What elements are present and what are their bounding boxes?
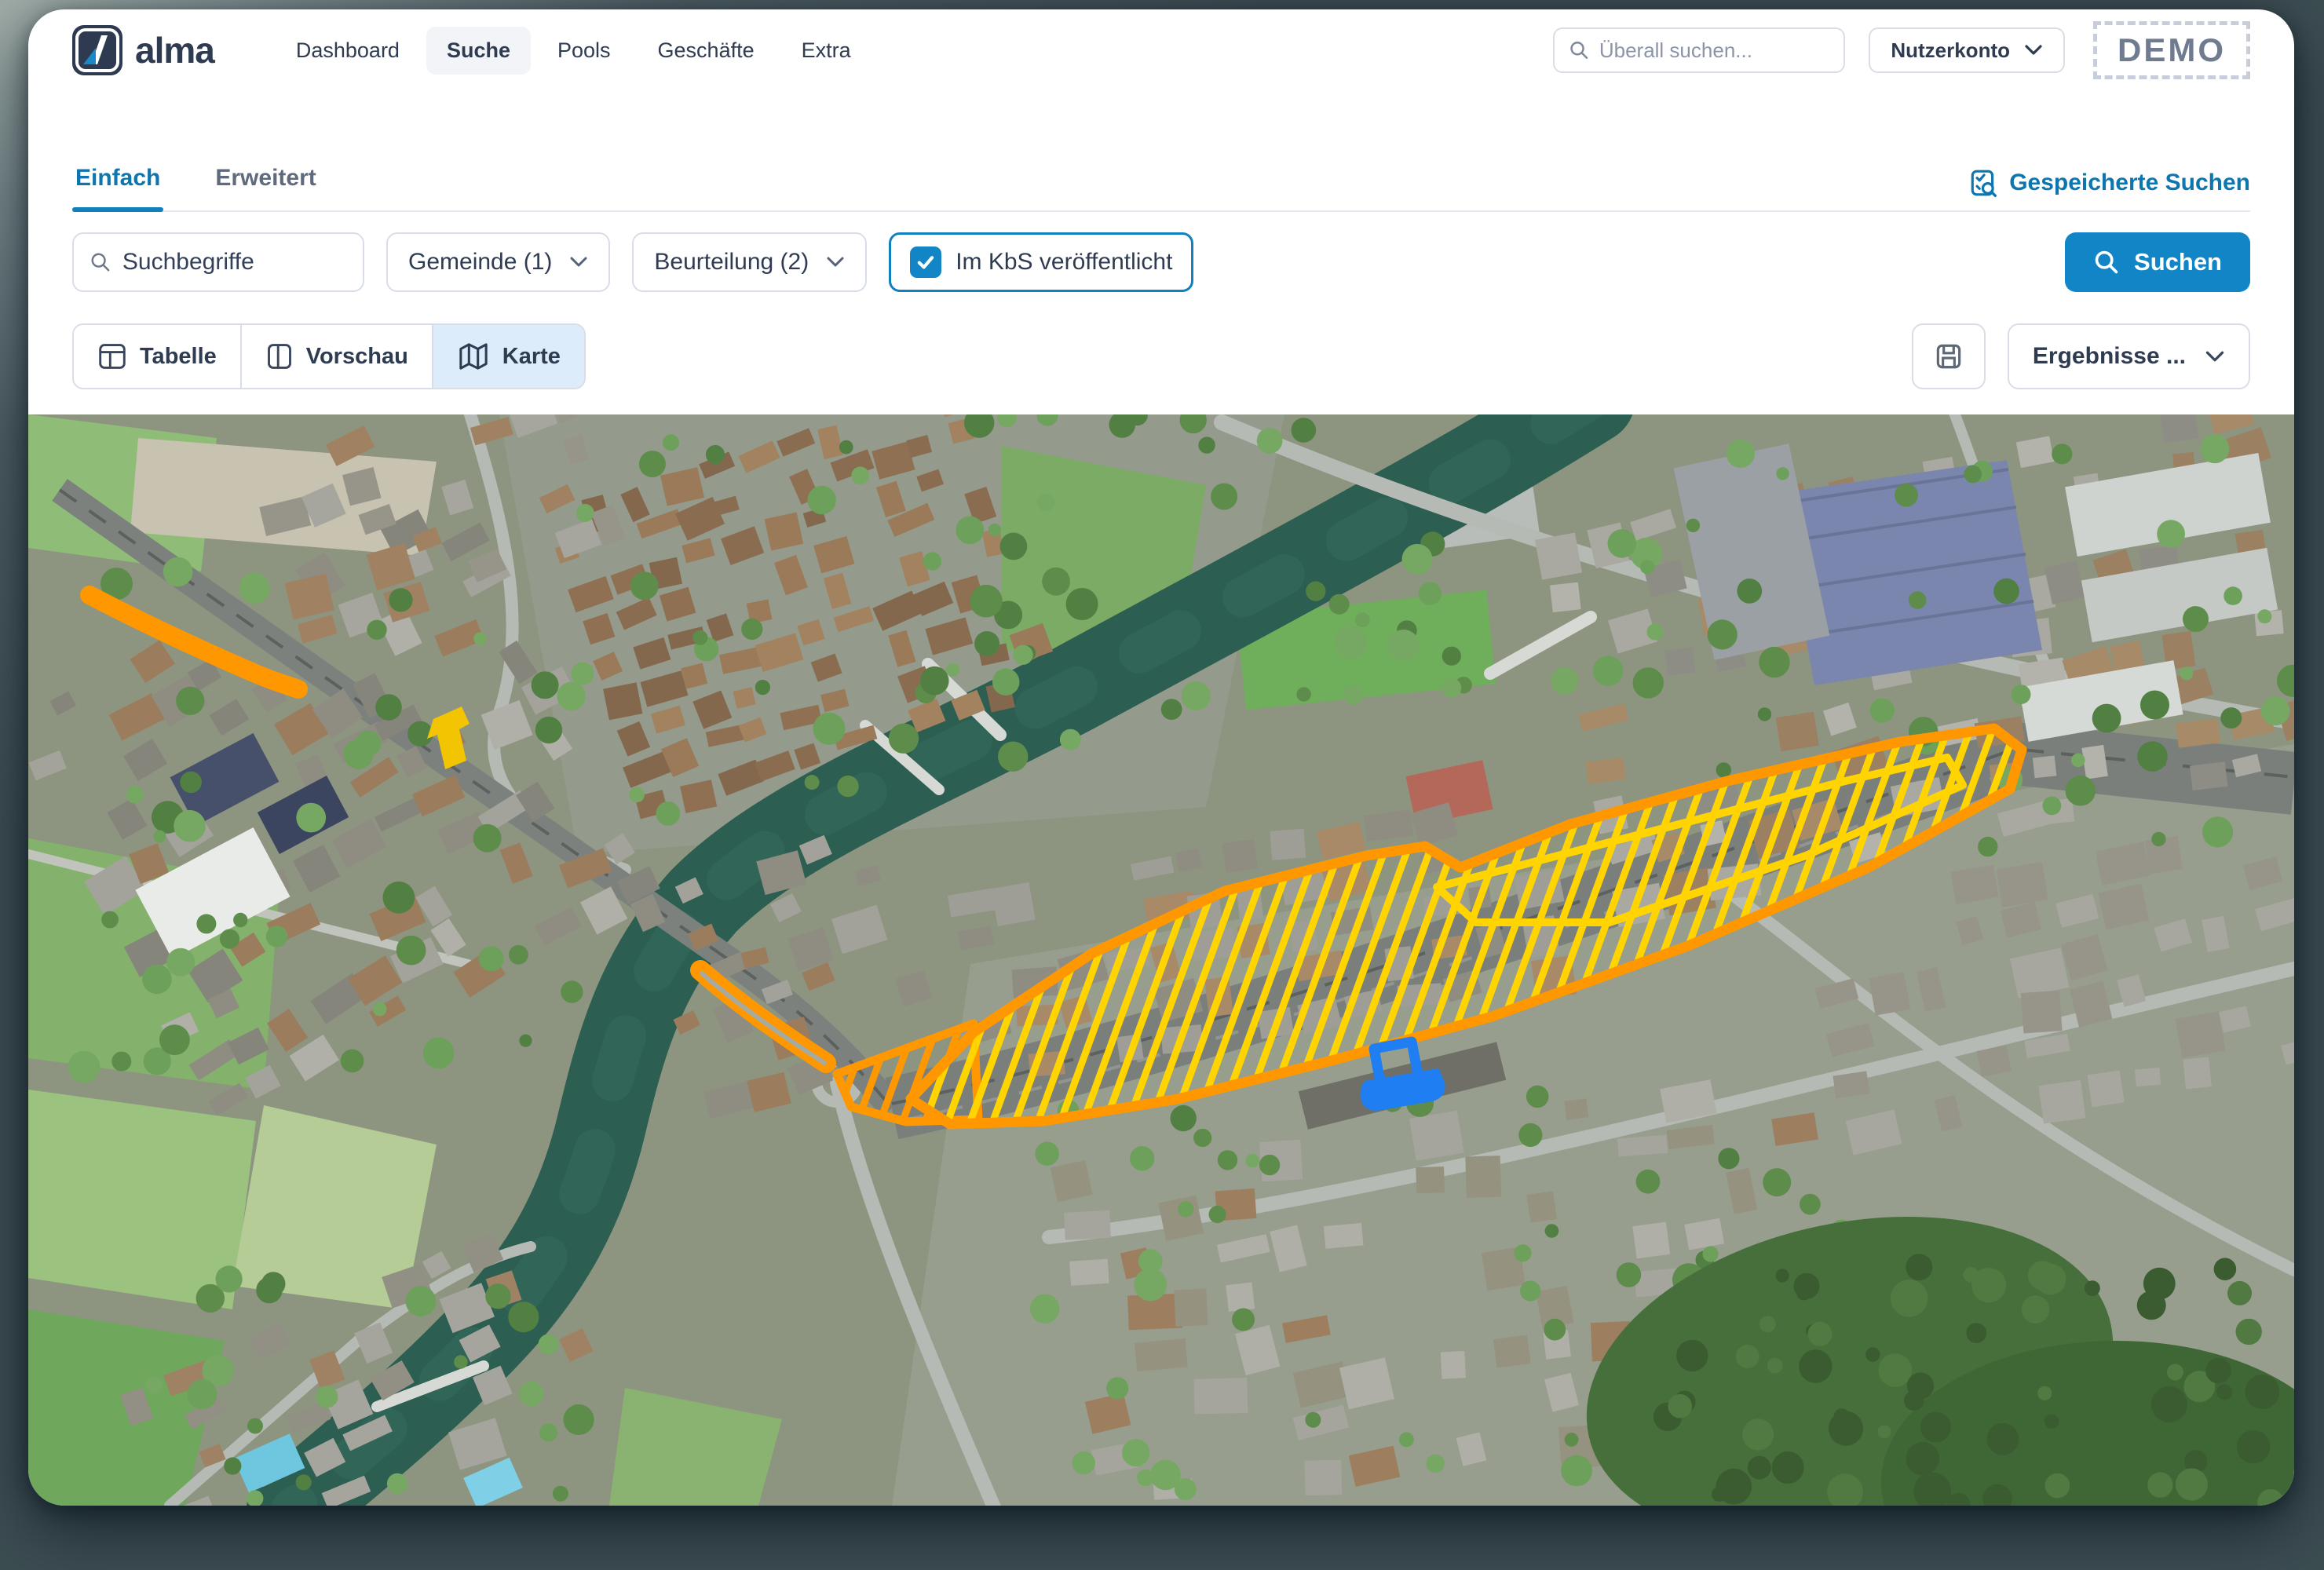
- checkmark-icon: [915, 251, 937, 273]
- chevron-down-icon: [2205, 350, 2225, 363]
- view-toggle: Tabelle Vorschau Karte: [72, 323, 586, 389]
- account-menu-button[interactable]: Nutzerkonto: [1869, 27, 2065, 73]
- global-search-input[interactable]: [1599, 38, 1829, 63]
- header: alma Dashboard Suche Pools Geschäfte Ext…: [28, 9, 2294, 91]
- view-option-label: Tabelle: [140, 344, 217, 370]
- chevron-down-icon: [569, 256, 588, 268]
- view-option-label: Karte: [502, 344, 561, 370]
- map-icon: [457, 341, 490, 371]
- kbs-published-toggle[interactable]: Im KbS veröffentlicht: [889, 232, 1193, 292]
- gemeinde-dropdown[interactable]: Gemeinde (1): [386, 232, 610, 292]
- keywords-input[interactable]: [122, 249, 347, 276]
- save-icon: [1932, 340, 1965, 373]
- search-mode-tabs: Einfach Erweitert Gespeicherte Suchen: [72, 151, 2250, 212]
- split-view-icon: [265, 342, 294, 371]
- tab-erweitert[interactable]: Erweitert: [212, 165, 319, 210]
- account-label: Nutzerkonto: [1891, 38, 2010, 63]
- search-icon: [90, 250, 111, 275]
- kbs-published-label: Im KbS veröffentlicht: [956, 249, 1172, 276]
- nav-item-dashboard[interactable]: Dashboard: [276, 27, 420, 75]
- nav-item-extra[interactable]: Extra: [781, 27, 872, 75]
- search-icon: [2093, 249, 2120, 276]
- saved-searches-label: Gespeicherte Suchen: [2009, 170, 2250, 196]
- view-option-karte[interactable]: Karte: [433, 325, 584, 388]
- tab-einfach[interactable]: Einfach: [72, 165, 163, 210]
- chevron-down-icon: [826, 256, 845, 268]
- search-icon: [1569, 38, 1590, 62]
- saved-searches-icon: [1968, 168, 1998, 198]
- main-nav: Dashboard Suche Pools Geschäfte Extra: [276, 27, 872, 75]
- chevron-down-icon: [2024, 44, 2043, 57]
- beurteilung-dropdown[interactable]: Beurteilung (2): [632, 232, 867, 292]
- nav-item-pools[interactable]: Pools: [537, 27, 631, 75]
- satellite-map[interactable]: [28, 414, 2294, 1506]
- global-search[interactable]: [1553, 27, 1845, 73]
- table-icon: [97, 342, 127, 371]
- results-dropdown-label: Ergebnisse ...: [2033, 343, 2186, 370]
- results-dropdown[interactable]: Ergebnisse ...: [2008, 323, 2250, 389]
- map-view[interactable]: [28, 414, 2294, 1506]
- filter-bar: Gemeinde (1) Beurteilung (2) Im KbS verö…: [72, 232, 2250, 292]
- alma-logo-icon: [72, 25, 122, 75]
- demo-badge: DEMO: [2093, 21, 2250, 79]
- brand-name: alma: [135, 29, 214, 71]
- saved-searches-link[interactable]: Gespeicherte Suchen: [1968, 168, 2250, 210]
- view-option-vorschau[interactable]: Vorschau: [242, 325, 433, 388]
- checkbox-checked[interactable]: [910, 246, 941, 278]
- view-option-label: Vorschau: [306, 344, 408, 370]
- app-window: alma Dashboard Suche Pools Geschäfte Ext…: [28, 9, 2294, 1506]
- view-toolbar: Tabelle Vorschau Karte: [72, 323, 2250, 389]
- search-button[interactable]: Suchen: [2065, 232, 2250, 292]
- beurteilung-dropdown-label: Beurteilung (2): [654, 249, 809, 276]
- save-view-button[interactable]: [1912, 323, 1986, 389]
- nav-item-suche[interactable]: Suche: [426, 27, 531, 75]
- nav-item-geschaefte[interactable]: Geschäfte: [638, 27, 775, 75]
- keywords-field[interactable]: [72, 232, 364, 292]
- search-button-label: Suchen: [2134, 248, 2222, 276]
- gemeinde-dropdown-label: Gemeinde (1): [408, 249, 552, 276]
- view-option-tabelle[interactable]: Tabelle: [74, 325, 242, 388]
